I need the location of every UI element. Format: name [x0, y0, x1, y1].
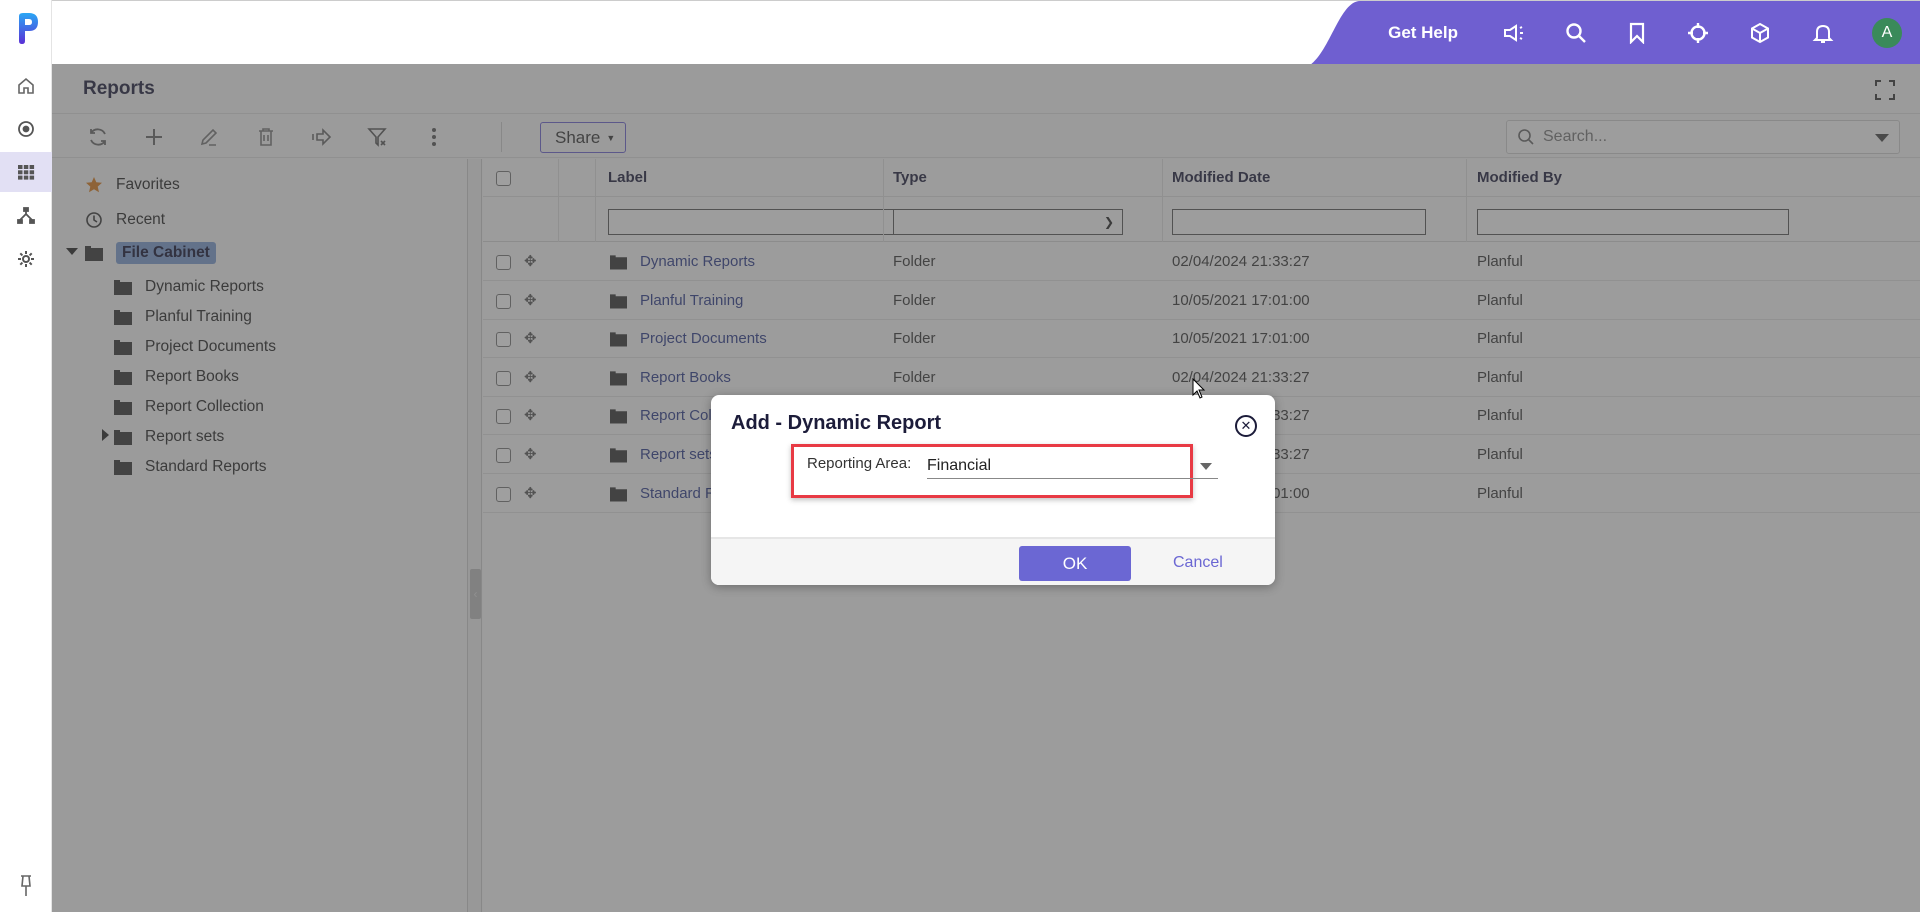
- target-icon: [18, 121, 34, 137]
- bookmarks-button[interactable]: [1624, 20, 1650, 46]
- notifications-button[interactable]: [1810, 20, 1836, 46]
- hierarchy-icon: [17, 207, 35, 224]
- packages-button[interactable]: [1747, 20, 1773, 46]
- cancel-button[interactable]: Cancel: [1173, 554, 1223, 572]
- nav-settings[interactable]: [0, 239, 52, 279]
- home-icon: [18, 77, 34, 94]
- bookmark-icon: [1629, 22, 1645, 44]
- nav-apps[interactable]: [0, 152, 52, 192]
- dialog-title: Add - Dynamic Report: [731, 412, 942, 434]
- top-header: Get Help A: [52, 0, 1920, 65]
- cube-icon: [1751, 22, 1769, 44]
- mouse-cursor-icon: [1192, 378, 1206, 399]
- user-avatar[interactable]: A: [1872, 18, 1902, 48]
- nav-home[interactable]: [0, 66, 52, 106]
- grid-icon: [18, 165, 35, 180]
- search-icon: [1566, 23, 1586, 43]
- target-button[interactable]: [1685, 20, 1711, 46]
- dialog-footer: OK Cancel: [711, 537, 1275, 585]
- nav-hierarchy[interactable]: [0, 196, 52, 236]
- nav-target[interactable]: [0, 109, 52, 149]
- reporting-area-field-highlight: Reporting Area: Financial: [791, 444, 1218, 498]
- close-icon[interactable]: ✕: [1235, 415, 1257, 437]
- nav-rail: [0, 0, 52, 912]
- add-dynamic-report-dialog: Add - Dynamic Report ✕ Reporting Area: F…: [711, 395, 1275, 585]
- crosshair-icon: [1688, 23, 1708, 43]
- reporting-area-select[interactable]: Financial: [927, 453, 1218, 479]
- announcements-button[interactable]: [1501, 20, 1527, 46]
- reporting-area-label: Reporting Area:: [807, 455, 912, 472]
- pin-icon[interactable]: [16, 874, 36, 898]
- search-button[interactable]: [1563, 20, 1589, 46]
- get-help-link[interactable]: Get Help: [1388, 23, 1458, 43]
- gear-icon: [18, 251, 34, 267]
- megaphone-icon: [1504, 24, 1523, 42]
- reporting-area-value: Financial: [927, 457, 992, 474]
- bell-icon: [1812, 24, 1834, 43]
- caret-down-icon: [1200, 463, 1212, 470]
- ok-button[interactable]: OK: [1019, 546, 1131, 581]
- planful-logo[interactable]: [16, 12, 40, 46]
